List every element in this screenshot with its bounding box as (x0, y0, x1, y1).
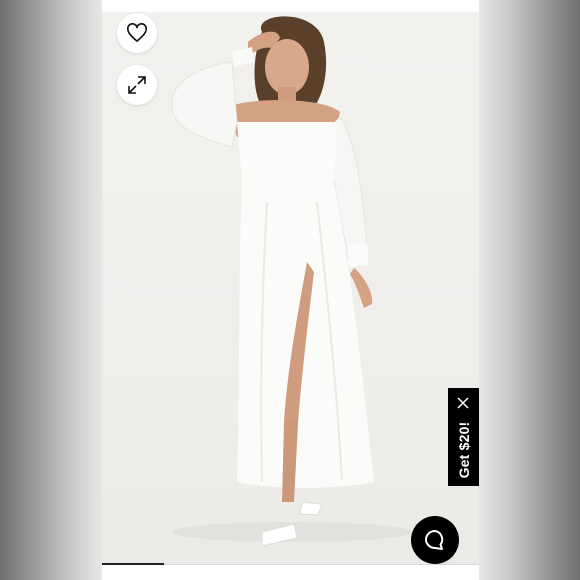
heart-icon (127, 23, 147, 42)
product-image-viewer: Get $20! (102, 0, 479, 580)
blurred-background-left (0, 0, 102, 580)
promo-label[interactable]: Get $20! (456, 422, 472, 479)
expand-arrows-icon (128, 76, 146, 94)
chat-bubble-icon (425, 530, 444, 550)
carousel-progress-indicator (102, 563, 164, 565)
product-photo (102, 12, 479, 565)
favorite-button[interactable] (117, 13, 157, 53)
expand-image-button[interactable] (117, 65, 157, 105)
promo-tab[interactable]: Get $20! (448, 388, 479, 486)
blurred-background-right (479, 0, 580, 580)
dress-model-illustration (171, 16, 412, 547)
close-icon[interactable] (456, 396, 470, 410)
chat-button[interactable] (411, 516, 459, 564)
